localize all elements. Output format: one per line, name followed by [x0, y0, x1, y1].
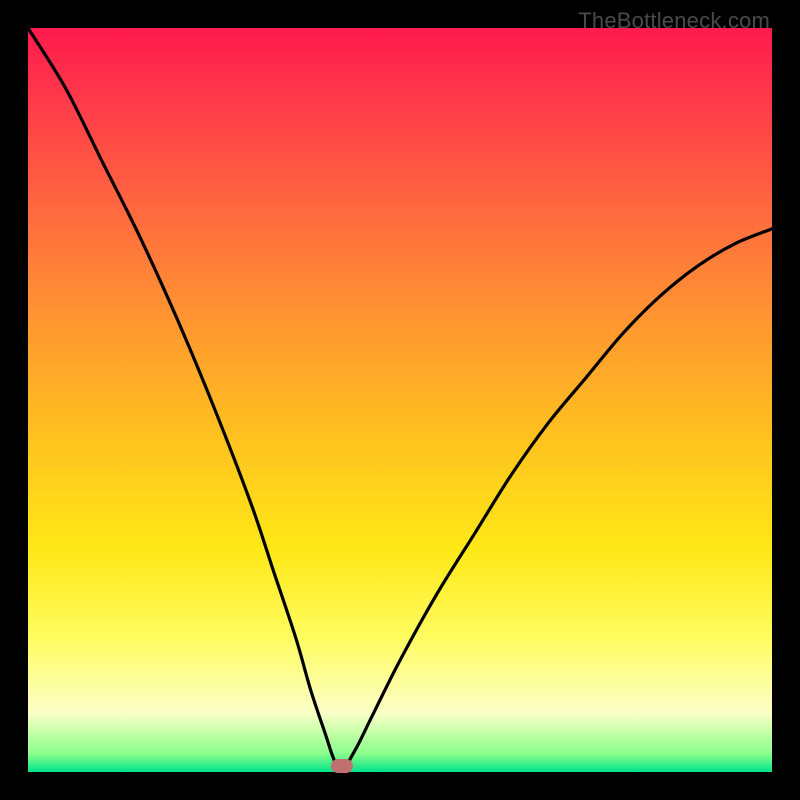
minimum-marker: [331, 759, 353, 773]
watermark-text: TheBottleneck.com: [578, 8, 770, 34]
chart-frame: TheBottleneck.com: [0, 0, 800, 800]
plot-area: [28, 28, 772, 772]
bottleneck-curve: [28, 28, 772, 772]
